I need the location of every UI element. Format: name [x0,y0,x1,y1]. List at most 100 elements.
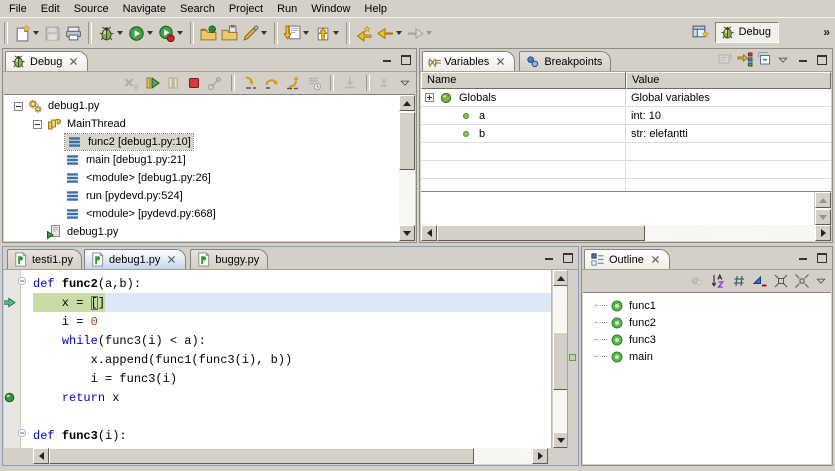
editor-hscrollbar[interactable] [33,448,548,464]
variable-row[interactable]: aint: 10 [421,107,831,125]
outline-item[interactable]: func1 [583,297,831,314]
run-dropdown-arrow-icon[interactable] [145,22,154,44]
collapse-all-button[interactable] [756,51,774,68]
overview-annotation-marker[interactable] [569,354,576,361]
expand-button[interactable] [793,273,811,290]
overview-ruler[interactable] [567,270,577,448]
debug-tree-scrollbar[interactable] [399,95,415,241]
maximize-button[interactable] [398,53,413,66]
tree-expander-icon[interactable] [14,102,23,111]
view-menu-button[interactable] [398,75,412,92]
variable-row[interactable]: GlobalsGlobal variables [421,89,831,107]
show-type-names-button[interactable] [716,51,734,68]
menu-item-help[interactable]: Help [357,2,394,16]
hide-static-button[interactable] [751,273,769,290]
resume-button[interactable] [143,75,161,92]
debug-tree-item[interactable]: func2 [debug1.py:10] [4,133,415,151]
debug-tree-item[interactable]: MainThread [4,115,415,133]
debug-misc-button[interactable] [377,75,395,92]
menu-item-edit[interactable]: Edit [34,2,67,16]
tab-debug[interactable]: Debug [5,51,88,71]
menu-item-source[interactable]: Source [67,2,116,16]
disconnect-button[interactable] [206,75,224,92]
import-button[interactable] [282,21,312,45]
maximize-button[interactable] [814,251,829,264]
export-button[interactable] [312,21,342,45]
code-line[interactable]: while(func3(i) < a): [4,331,551,350]
column-header-name[interactable]: Name [421,72,626,89]
tab-breakpoints[interactable]: Breakpoints [519,51,611,71]
minimize-button[interactable] [795,251,810,264]
maximize-button[interactable] [560,251,575,264]
tree-expander-icon[interactable] [33,120,42,129]
step-return-button[interactable] [284,75,302,92]
collapse-button[interactable] [772,273,790,290]
code-line[interactable]: x.append(func1(func3(i), b)) [4,350,551,369]
forward-button[interactable] [405,21,435,45]
debug-tree-item[interactable]: <module> [pydevd.py:668] [4,205,415,223]
code-line[interactable] [4,407,551,426]
close-icon[interactable] [650,254,661,265]
suspend-button[interactable] [164,75,182,92]
menu-item-navigate[interactable]: Navigate [116,2,173,16]
menu-item-search[interactable]: Search [173,2,222,16]
outline-item[interactable]: func3 [583,331,831,348]
code-editor[interactable]: def func2(a,b): x = [] i = 0 while(func3… [4,270,552,448]
debug-button[interactable] [96,21,126,45]
save-button[interactable] [42,21,63,45]
outline-item[interactable]: main [583,348,831,365]
variables-hscrollbar[interactable] [421,225,831,241]
close-icon[interactable] [495,56,506,67]
variable-row[interactable]: bstr: elefantti [421,125,831,143]
outline-item[interactable]: func2 [583,314,831,331]
external-tools-dropdown-arrow-icon[interactable] [259,22,268,44]
detail-scrollbar[interactable] [814,192,831,225]
maximize-button[interactable] [814,53,829,66]
editor-tab-testi1.py[interactable]: testi1.py [7,249,82,269]
terminate-button[interactable] [185,75,203,92]
forward-dropdown-arrow-icon[interactable] [424,22,433,44]
instruction-pointer-margin[interactable] [4,293,21,312]
tree-expander-icon[interactable] [425,93,434,102]
open-task-button[interactable] [219,21,240,45]
run-button[interactable] [126,21,156,45]
run-external-button[interactable] [156,21,186,45]
debug-tree-item[interactable]: run [pydevd.py:524] [4,187,415,205]
close-icon[interactable] [166,254,177,265]
minimize-button[interactable] [379,53,394,66]
outline-misc-button[interactable] [688,273,706,290]
open-perspective-button[interactable] [690,20,711,44]
editor-tab-debug1.py[interactable]: debug1.py [84,249,186,269]
debug-tree-item[interactable]: <module> [debug1.py:26] [4,169,415,187]
code-line[interactable]: i = 0 [4,312,551,331]
column-header-value[interactable]: Value [626,72,831,89]
fold-toggle[interactable] [21,426,33,445]
perspective-debug-button[interactable]: Debug [715,22,779,43]
step-over-button[interactable] [263,75,281,92]
remove-terminated-button[interactable] [122,75,140,92]
back-button[interactable] [375,21,405,45]
menu-item-run[interactable]: Run [270,2,304,16]
open-web-browser-button[interactable] [198,21,219,45]
fold-toggle[interactable] [21,274,33,293]
code-line[interactable]: x = [] [4,293,551,312]
export-dropdown-arrow-icon[interactable] [331,22,340,44]
toolbar-overflow-chevron[interactable]: » [823,25,830,39]
drop-to-frame-button[interactable] [341,75,359,92]
external-tools-button[interactable] [240,21,270,45]
debug-tree-item[interactable]: debug1.py [4,97,415,115]
import-dropdown-arrow-icon[interactable] [301,22,310,44]
print-button[interactable] [63,21,84,45]
step-filters-button[interactable] [305,75,323,92]
menu-item-project[interactable]: Project [222,2,270,16]
code-line[interactable]: def func2(a,b): [4,274,551,293]
show-logical-structure-button[interactable] [736,51,754,68]
new-dropdown-arrow-icon[interactable] [31,22,40,44]
view-menu-button[interactable] [776,51,790,68]
new-button[interactable] [12,21,42,45]
code-line[interactable]: i = func3(i) [4,369,551,388]
step-into-button[interactable] [242,75,260,92]
code-line[interactable]: return x [4,388,551,407]
menu-item-file[interactable]: File [2,2,34,16]
debug-tree-item[interactable]: main [debug1.py:21] [4,151,415,169]
